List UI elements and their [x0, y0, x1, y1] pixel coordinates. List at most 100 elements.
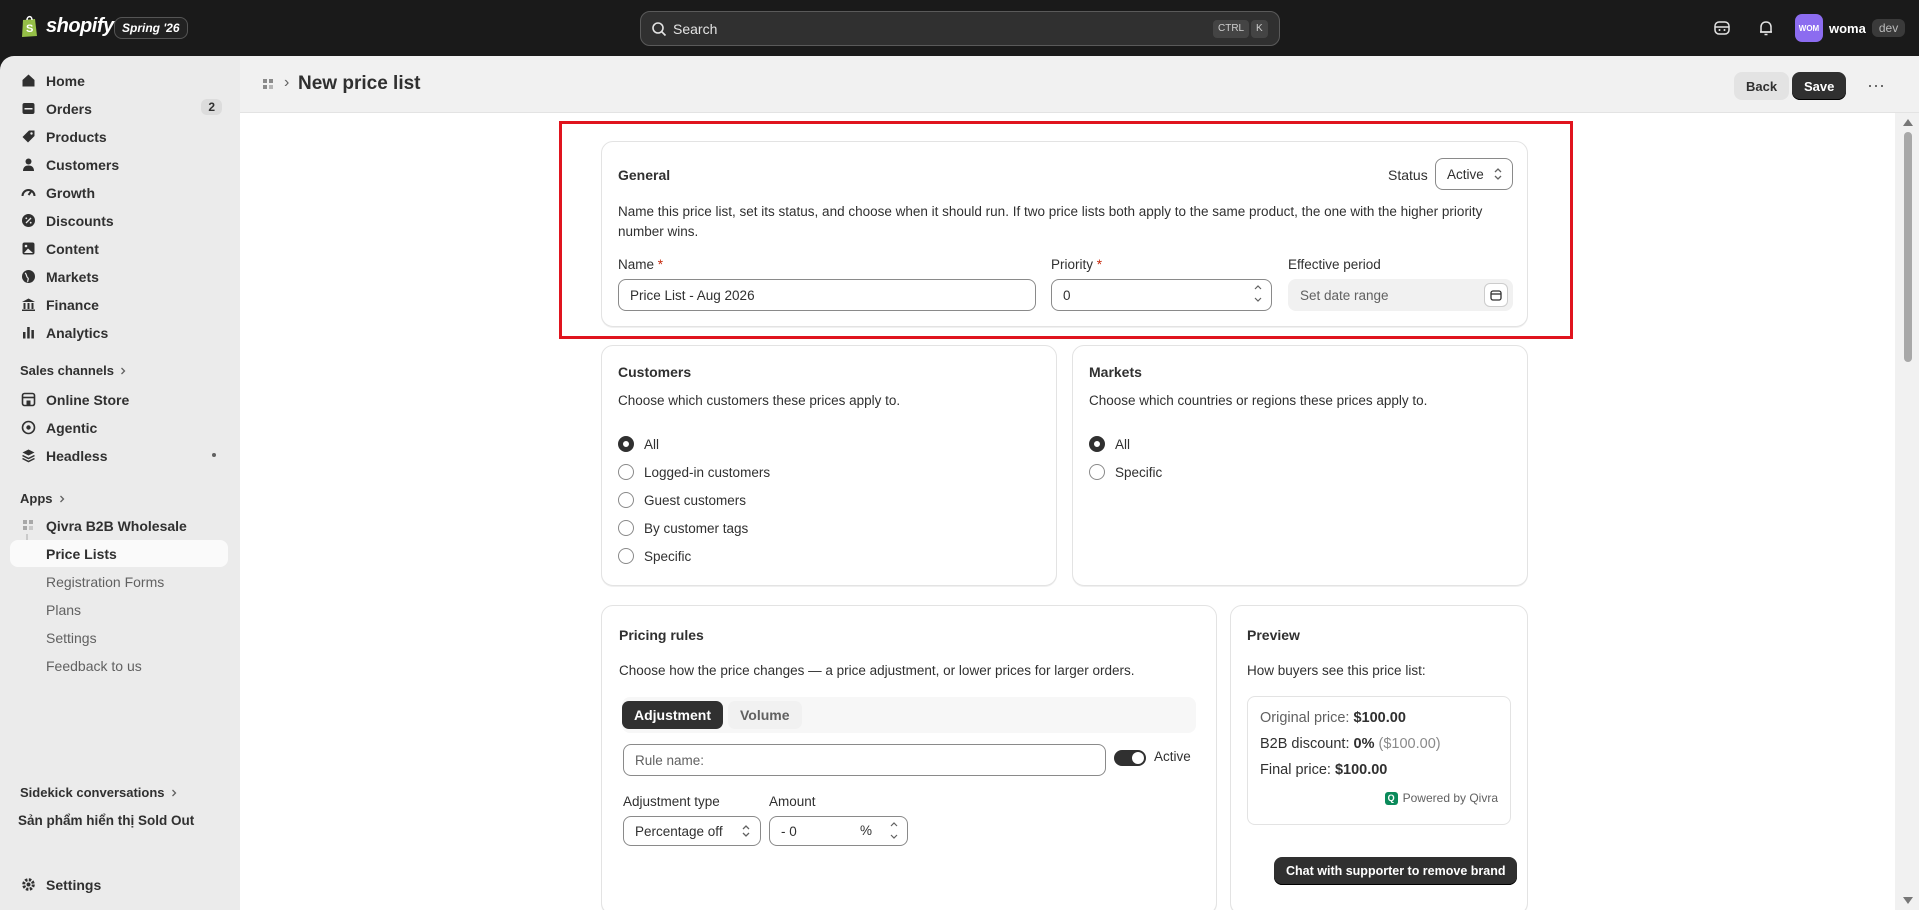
sidebar-item-label: Customers [46, 156, 120, 173]
gear-icon [20, 877, 36, 893]
shortcut-k-key: K [1251, 20, 1268, 38]
save-button[interactable]: Save [1792, 72, 1847, 100]
sidebar-item-content[interactable]: Content [10, 235, 228, 262]
radio-selected[interactable] [1089, 436, 1105, 452]
sidebar-item-headless[interactable]: Headless [10, 442, 228, 469]
person-icon [20, 157, 36, 173]
customer-option-specific[interactable]: Specific [618, 548, 691, 564]
customer-option-guest[interactable]: Guest customers [618, 492, 746, 508]
sidekick-conversation-item[interactable]: Sản phẩm hiển thị Sold Out [18, 813, 194, 828]
customer-option-tags[interactable]: By customer tags [618, 520, 748, 536]
content-icon [20, 241, 36, 257]
final-price-value: $100.00 [1334, 762, 1388, 778]
powered-by-text: Powered by Qivra [1402, 791, 1498, 805]
radio-label: Specific [644, 548, 692, 564]
sidebar-item-growth[interactable]: Growth [10, 179, 228, 206]
qivra-logo-icon: Q [1384, 791, 1398, 805]
sidekick-icon[interactable] [1710, 16, 1734, 40]
customer-option-all[interactable]: All [618, 436, 659, 452]
sidebar-item-label: Products [46, 128, 107, 145]
highlight-box [559, 121, 1573, 339]
sidebar-item-products[interactable]: Products [10, 123, 228, 150]
sidebar-item-label: Settings [46, 876, 102, 893]
radio[interactable] [618, 520, 634, 536]
brand-name: shopify [46, 14, 114, 37]
sidebar-subitem-registration-forms[interactable]: Registration Forms [10, 568, 228, 595]
scroll-thumb[interactable] [1904, 132, 1912, 362]
sidebar-item-online-store[interactable]: Online Store [10, 386, 228, 413]
sidebar-item-settings[interactable]: Settings [10, 871, 228, 898]
sidebar-item-label: Agentic [46, 419, 98, 436]
search-input[interactable] [673, 12, 1173, 45]
orders-count-badge: 2 [201, 99, 222, 115]
tab-adjustment[interactable]: Adjustment [622, 701, 723, 729]
shopify-logo[interactable]: S shopify [20, 14, 114, 38]
stepper-down-icon[interactable] [889, 831, 899, 843]
sidebar-item-label: Content [46, 240, 99, 257]
sidebar-subitem-plans[interactable]: Plans [10, 596, 228, 623]
sidebar-item-label: Headless [46, 447, 108, 464]
adjustment-type-label: Adjustment type [623, 794, 720, 809]
sidebar-item-label: Growth [46, 184, 95, 201]
amount-field[interactable]: - 0 % [769, 816, 908, 846]
sidebar-item-agentic[interactable]: Agentic [10, 414, 228, 441]
shortcut-ctrl-key: CTRL [1213, 20, 1250, 38]
tag-icon [20, 129, 36, 145]
radio[interactable] [618, 548, 634, 564]
sidebar-item-orders[interactable]: Orders 2 [10, 95, 228, 122]
customers-title: Customers [618, 364, 692, 380]
user-menu[interactable]: WOM woma dev [1795, 14, 1906, 42]
customer-option-logged-in[interactable]: Logged-in customers [618, 464, 770, 480]
scroll-up-arrow-icon[interactable] [1903, 119, 1913, 126]
sidekick-section[interactable]: Sidekick conversations [20, 785, 179, 800]
sidekick-label: Sidekick conversations [20, 785, 165, 800]
radio-label: By customer tags [644, 520, 749, 536]
radio[interactable] [618, 492, 634, 508]
sidebar-item-label: Markets [46, 268, 99, 285]
radio[interactable] [618, 464, 634, 480]
back-button[interactable]: Back [1734, 72, 1790, 100]
orders-icon [20, 101, 36, 117]
store-icon [20, 392, 36, 408]
shopify-bag-icon: S [22, 15, 37, 37]
search-bar[interactable]: CTRL K [640, 11, 1280, 46]
sidebar-item-home[interactable]: Home [10, 67, 228, 94]
stepper-up-icon[interactable] [889, 819, 899, 831]
sidebar-item-customers[interactable]: Customers [10, 151, 228, 178]
bell-icon[interactable] [1754, 16, 1778, 40]
sidebar: Home Orders 2 Products Customers Growth … [0, 56, 240, 910]
chat-supporter-button[interactable]: Chat with supporter to remove brand [1274, 857, 1518, 885]
app-grid-icon [23, 520, 33, 530]
radio-selected[interactable] [618, 436, 634, 452]
sidebar-item-finance[interactable]: Finance [10, 291, 228, 318]
rule-active-toggle[interactable] [1114, 750, 1146, 766]
markets-title: Markets [1089, 364, 1142, 380]
final-price-label: Final price: [1260, 762, 1331, 778]
market-option-specific[interactable]: Specific [1089, 464, 1162, 480]
amount-stepper[interactable] [887, 819, 901, 843]
apps-section[interactable]: Apps [20, 491, 67, 506]
sidebar-app-qivra[interactable]: Qivra B2B Wholesale [10, 512, 228, 539]
sidebar-subitem-settings[interactable]: Settings [10, 624, 228, 651]
rule-name-input[interactable] [623, 744, 1106, 776]
sidebar-item-analytics[interactable]: Analytics [10, 319, 228, 346]
chevron-right-icon [171, 789, 176, 796]
more-actions-button[interactable]: ⋯ [1862, 72, 1890, 100]
sidebar-item-label: Analytics [46, 324, 109, 341]
headless-status-dot [212, 453, 216, 457]
powered-by[interactable]: Q Powered by Qivra [1384, 791, 1498, 805]
tab-volume[interactable]: Volume [728, 701, 802, 729]
scroll-down-arrow-icon[interactable] [1903, 897, 1913, 904]
sidebar-item-discounts[interactable]: Discounts [10, 207, 228, 234]
radio[interactable] [1089, 464, 1105, 480]
app-breadcrumb-icon[interactable] [262, 78, 274, 90]
user-name: woma [1829, 20, 1866, 36]
discount-icon [20, 213, 36, 229]
sidebar-item-markets[interactable]: Markets [10, 263, 228, 290]
sidebar-subitem-price-lists[interactable]: Price Lists [10, 540, 228, 567]
sales-channels-section[interactable]: Sales channels [20, 363, 128, 378]
adjustment-type-select[interactable]: Percentage off [623, 816, 761, 846]
market-option-all[interactable]: All [1089, 436, 1130, 452]
scrollbar[interactable] [1895, 113, 1919, 910]
sidebar-subitem-feedback[interactable]: Feedback to us [10, 652, 228, 679]
